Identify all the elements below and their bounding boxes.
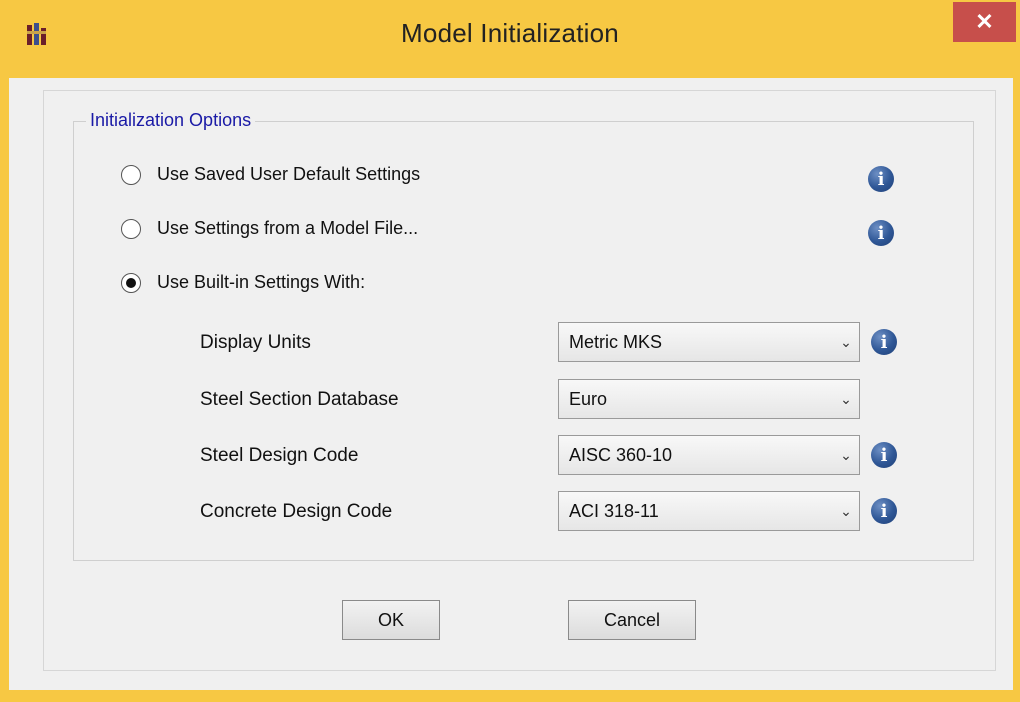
close-button[interactable]: ✕ [953,2,1016,42]
info-glyph: i [880,500,888,522]
radio-button[interactable] [121,218,141,239]
ok-button[interactable]: OK [342,600,440,640]
radio-option-model-file[interactable]: Use Settings from a Model File... [121,218,418,239]
info-glyph: i [877,168,885,190]
radio-option-saved-defaults[interactable]: Use Saved User Default Settings [121,164,420,185]
dialog-client-area: Initialization Options Use Saved User De… [9,78,1013,690]
close-icon: ✕ [975,9,994,34]
info-glyph: i [880,331,888,353]
chevron-down-icon: ⌄ [840,390,852,407]
info-glyph: i [880,444,888,466]
radio-label: Use Built-in Settings With: [157,272,366,292]
initialization-options-group: Initialization Options Use Saved User De… [73,110,974,561]
steel-section-database-select[interactable]: Euro ⌄ [558,379,860,419]
info-icon[interactable]: i [868,166,894,192]
select-value: AISC 360-10 [569,444,673,465]
select-value: Metric MKS [569,331,663,352]
chevron-down-icon: ⌄ [840,333,852,350]
info-icon[interactable]: i [868,220,894,246]
window-bottom-border [0,690,1020,702]
radio-button[interactable] [121,164,141,185]
dialog-panel: Initialization Options Use Saved User De… [43,90,996,671]
select-value: ACI 318-11 [569,500,659,521]
concrete-design-code-select[interactable]: ACI 318-11 ⌄ [558,491,860,531]
group-legend: Initialization Options [86,110,256,131]
select-value: Euro [569,388,608,409]
chevron-down-icon: ⌄ [840,446,852,463]
info-icon[interactable]: i [871,329,897,355]
steel-section-database-label: Steel Section Database [200,389,399,410]
steel-design-code-label: Steel Design Code [200,445,359,466]
radio-button-selected[interactable] [121,272,141,293]
window-title: Model Initialization [401,18,619,48]
radio-label: Use Settings from a Model File... [157,218,419,238]
info-glyph: i [877,222,885,244]
concrete-design-code-label: Concrete Design Code [200,501,393,522]
chevron-down-icon: ⌄ [840,502,852,519]
radio-label: Use Saved User Default Settings [157,164,421,184]
info-icon[interactable]: i [871,442,897,468]
display-units-select[interactable]: Metric MKS ⌄ [558,322,860,362]
steel-design-code-select[interactable]: AISC 360-10 ⌄ [558,435,860,475]
radio-option-built-in[interactable]: Use Built-in Settings With: [121,272,365,293]
cancel-button[interactable]: Cancel [568,600,696,640]
info-icon[interactable]: i [871,498,897,524]
dialog-window: Model Initialization ✕ Initialization Op… [0,0,1020,702]
title-bar[interactable]: Model Initialization ✕ [0,0,1020,78]
display-units-label: Display Units [200,332,311,353]
